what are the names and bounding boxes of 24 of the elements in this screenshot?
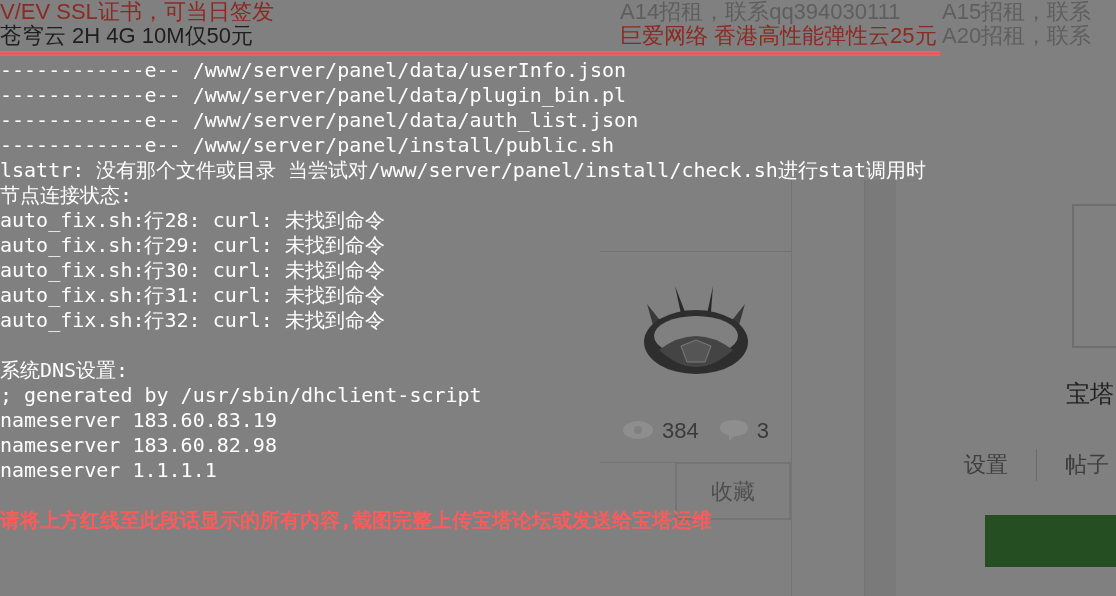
terminal-line: 节点连接状态: <box>0 183 133 208</box>
terminal-line: auto_fix.sh:行29: curl: 未找到命令 <box>0 233 385 258</box>
terminal-line: nameserver 1.1.1.1 <box>0 458 217 483</box>
comment-count: 3 <box>756 416 769 445</box>
terminal-line: auto_fix.sh:行30: curl: 未找到命令 <box>0 258 385 283</box>
ad-banner-text[interactable]: 苍穹云 2H 4G 10M仅50元 <box>0 24 620 48</box>
terminal-line: nameserver 183.60.82.98 <box>0 433 277 458</box>
terminal-line: auto_fix.sh:行32: curl: 未找到命令 <box>0 308 385 333</box>
terminal-line: nameserver 183.60.83.19 <box>0 408 277 433</box>
posts-link[interactable]: 帖子 <box>1065 448 1109 481</box>
terminal-line: 系统DNS设置: <box>0 358 129 383</box>
terminal-line: ; generated by /usr/sbin/dhclient-script <box>0 383 482 408</box>
terminal-line: ------------e-- /www/server/panel/install/public.sh <box>0 133 615 158</box>
ad-banner-text[interactable]: V/EV SSL证书，可当日签发 <box>0 0 620 24</box>
terminal-line: lsattr: 没有那个文件或目录 当尝试对/www/server/panel/install/check.sh进行stat调用时 <box>0 158 926 183</box>
profile-name: 宝塔 <box>1066 379 1115 409</box>
view-count: 384 <box>662 416 699 445</box>
terminal-line: auto_fix.sh:行28: curl: 未找到命令 <box>0 208 385 233</box>
terminal-line: auto_fix.sh:行31: curl: 未找到命令 <box>0 283 385 308</box>
terminal-line: ------------e-- /www/server/panel/data/plugin_bin.pl <box>0 83 627 108</box>
terminal-line: ------------e-- /www/server/panel/data/auth_list.json <box>0 108 639 133</box>
ad-banner-text[interactable]: 巨爱网络 香港高性能弹性云25元 <box>620 24 940 48</box>
settings-link[interactable]: 设置 <box>964 448 1008 481</box>
terminal-line: ------------e-- /www/server/panel/data/userInfo.json <box>0 58 627 83</box>
